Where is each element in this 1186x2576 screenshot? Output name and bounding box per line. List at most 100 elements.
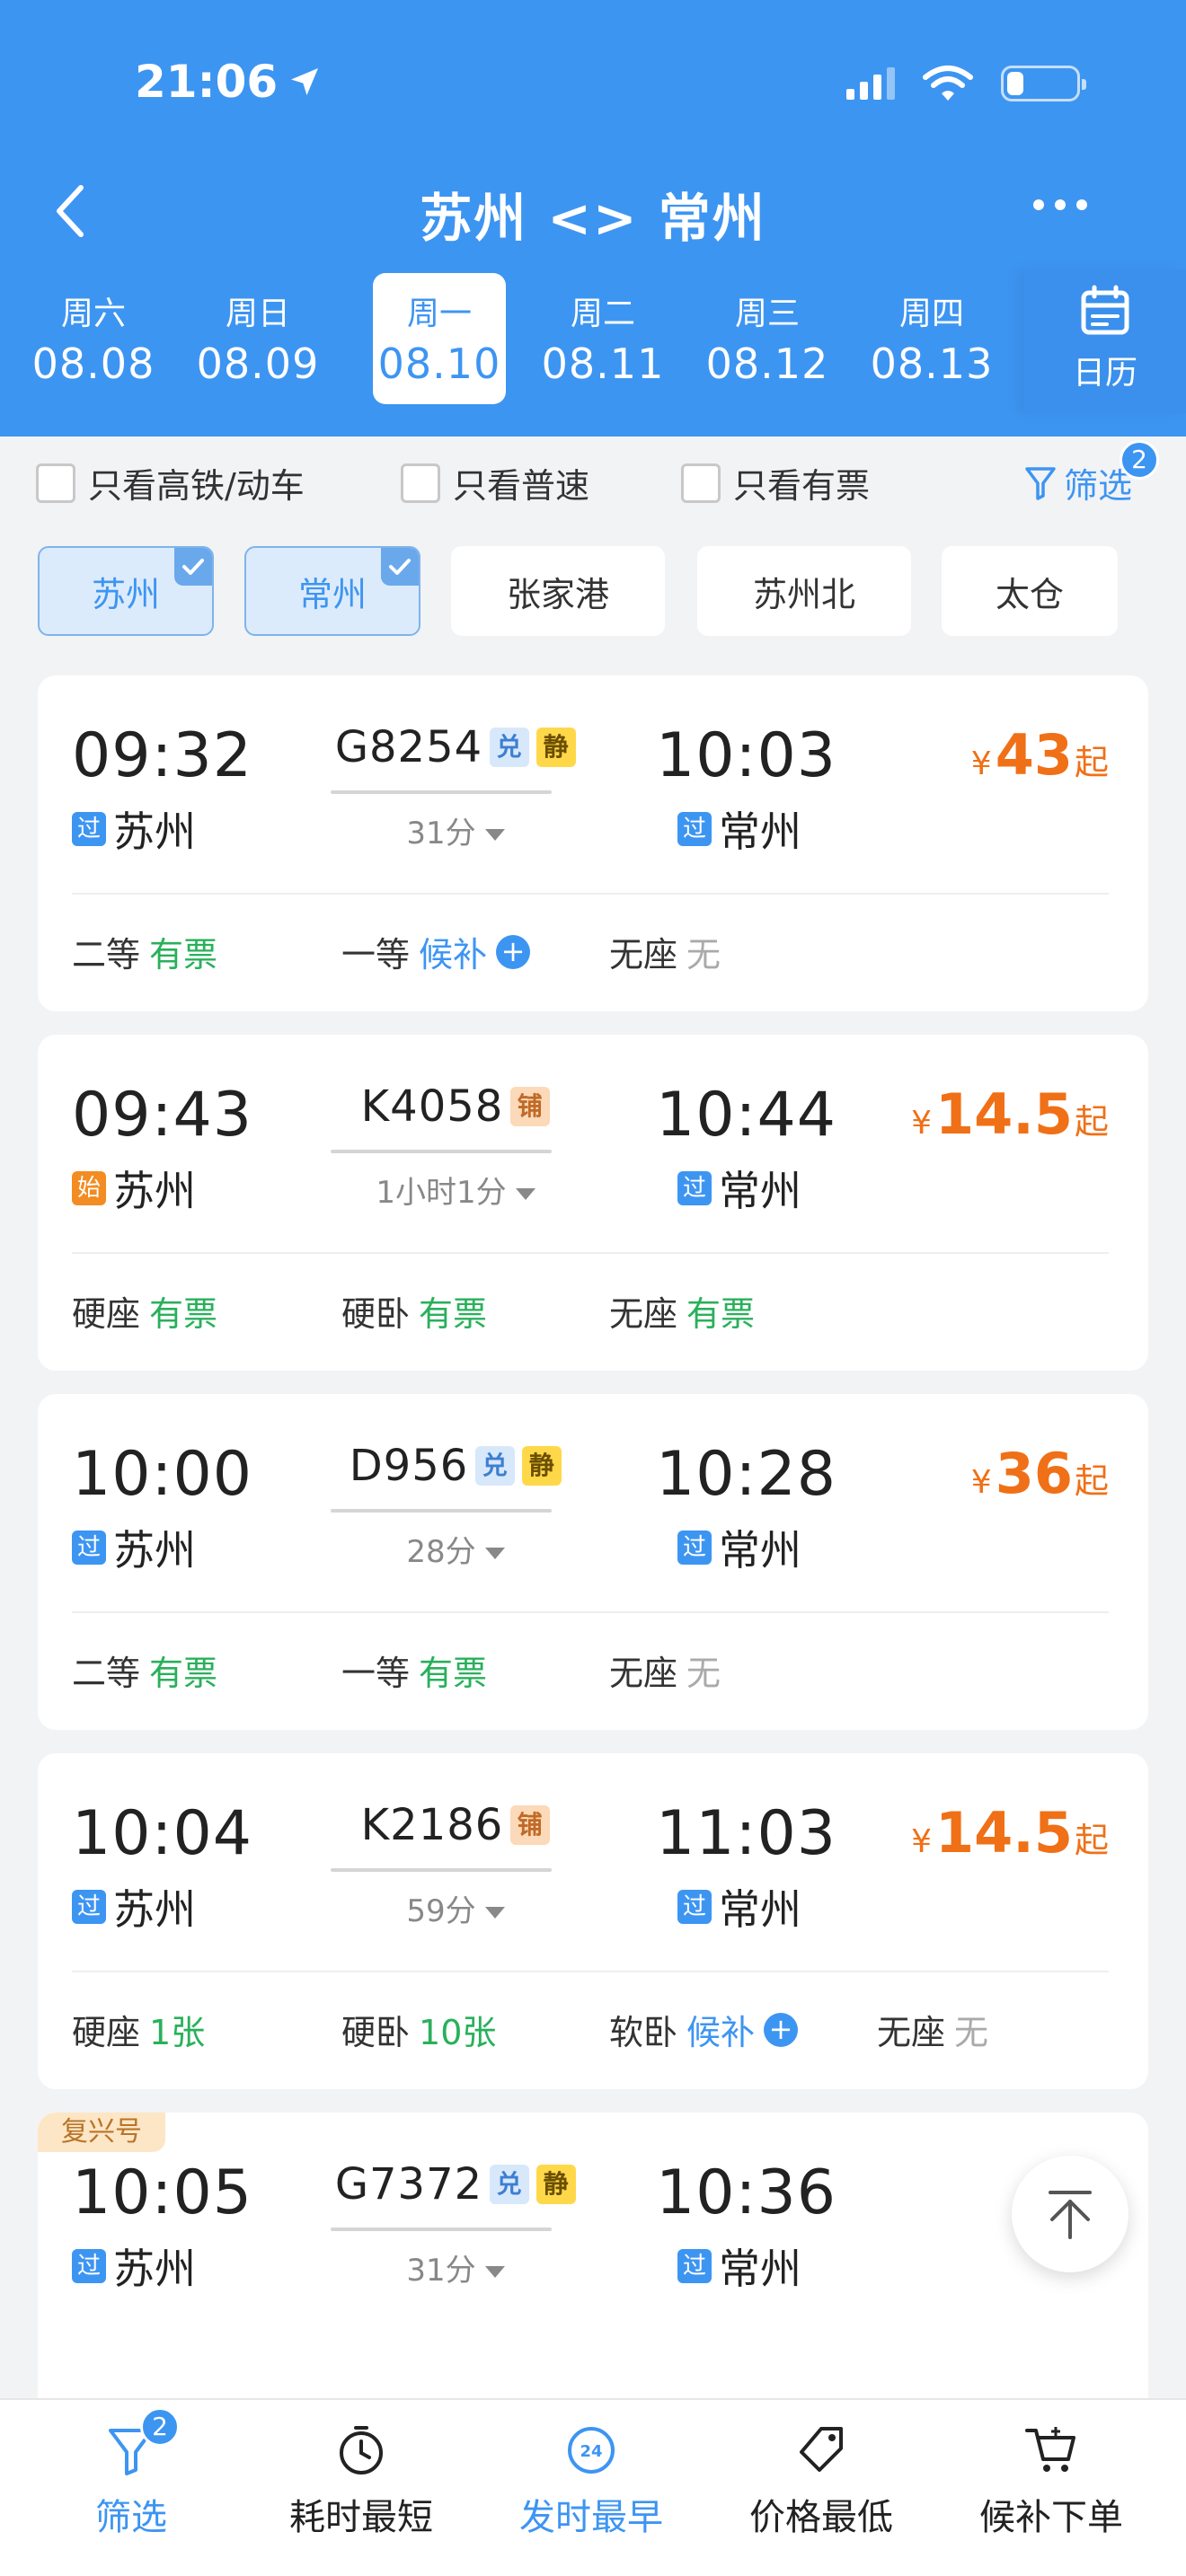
train-feature-chip: 静 [536,2165,577,2204]
arrival-time: 10:44 [656,1080,836,1151]
checkbox-icon [681,463,721,503]
train-card[interactable]: 10:04 K2186 铺 59分 11:03 过苏州 过常州 ¥14.5 起硬座 1张 硬卧 10张… [38,1753,1148,2089]
seat-availability[interactable]: 无座无 [609,1645,721,1695]
station-type-tag: 过 [677,1890,712,1924]
date-tab-0808[interactable]: 周六 08.08 [27,273,160,404]
seat-availability[interactable]: 无座无 [609,927,721,976]
status-icons [846,65,1086,102]
check-icon [381,548,419,586]
departure-time: 10:05 [72,2157,252,2228]
station-chip-zhangjiagang[interactable]: 张家港 [451,546,665,636]
header-bar: 21:06 苏州 <> 常州 周六 08.08 周日 08.09 周一 08.1… [0,0,1186,437]
wifi-icon [923,66,973,101]
seat-availability[interactable]: 一等 候补 + [341,927,531,976]
station-type-tag: 过 [677,2249,712,2283]
plus-circle-icon: + [764,2012,799,2047]
train-card[interactable]: 09:32 G8254 兑静 31分 10:03 过苏州 过常州 ¥43 起二等 有票 一等 候补 + 无… [38,675,1148,1011]
page-title: 苏州 <> 常州 [420,188,766,249]
departure-station: 过苏州 [72,1518,196,1577]
train-number: D956 兑静 [307,1441,604,1491]
cart-plus-icon [1025,2427,1075,2472]
checkbox-icon [36,463,75,503]
train-card[interactable]: 09:43 K4058 铺 1小时1分 10:44 始苏州 过常州 ¥14.5 起硬座 有票 硬卧有… [38,1035,1148,1371]
departure-time: 10:00 [72,1439,252,1510]
caret-down-icon [515,1188,535,1200]
arrival-station: 过常州 [677,799,801,859]
screen-filter-button[interactable]: 筛选 2 [1024,440,1159,507]
bottom-toolbar: 2 筛选 耗时最短 24 发时最早 价格最低 候补下单 [0,2398,1186,2576]
station-chip-suzhoubei[interactable]: 苏州北 [697,546,911,636]
more-button[interactable] [1033,199,1087,210]
seat-availability[interactable]: 一等 有票 [341,1645,487,1695]
station-type-tag: 过 [72,1531,106,1565]
stopwatch-icon [340,2426,383,2475]
signal-icon [846,67,895,100]
arrival-station: 过常州 [677,2236,801,2296]
bottom-filter-button[interactable]: 2 筛选 [14,2407,248,2540]
seat-availability[interactable]: 硬卧 10张 [341,2005,496,2054]
departure-station: 过苏州 [72,799,196,859]
train-feature-chip: 静 [536,728,577,767]
clock-24-icon: 24 [568,2427,615,2474]
filter-normal-speed-checkbox[interactable]: 只看普速 [401,458,589,507]
sort-lowest-price-button[interactable]: 价格最低 [704,2420,938,2540]
arrival-time: 11:03 [656,1798,836,1869]
arrival-station: 过常州 [677,1159,801,1218]
date-tab-0812[interactable]: 周三 08.12 [701,273,834,404]
seat-availability[interactable]: 无座 有票 [609,1286,755,1336]
arrival-time: 10:36 [656,2157,836,2228]
date-tab-0810-selected[interactable]: 周一 08.10 [373,273,506,404]
checkbox-icon [401,463,440,503]
train-feature-chip: 铺 [510,1087,551,1126]
divider [72,1252,1109,1254]
station-chips: 苏州 常州 张家港 苏州北 太仓 [38,546,1152,636]
calendar-button[interactable]: 日历 [1024,269,1186,413]
station-chip-changzhou[interactable]: 常州 [244,546,420,636]
seat-availability[interactable]: 二等 有票 [72,927,217,976]
seat-availability[interactable]: 无座无 [877,2005,988,2054]
train-number: K2186 铺 [307,1800,604,1850]
station-chip-taicang[interactable]: 太仓 [942,546,1118,636]
ticket-price: ¥14.5 起 [911,1081,1109,1147]
station-type-tag: 过 [677,812,712,846]
seat-availability[interactable]: 硬座 1张 [72,2005,205,2054]
route-line [331,2228,552,2231]
filter-high-speed-checkbox[interactable]: 只看高铁/动车 [36,458,305,507]
train-card[interactable]: 10:00 D956 兑静 28分 10:28 过苏州 过常州 ¥36 起二等 有票 一等 有票 无座无 [38,1394,1148,1730]
waitlist-order-button[interactable]: 候补下单 [934,2420,1168,2540]
funnel-icon [1025,466,1056,500]
date-tab-0813[interactable]: 周四 08.13 [865,273,998,404]
arrival-time: 10:28 [656,1439,836,1510]
seat-availability[interactable]: 二等 有票 [72,1645,217,1695]
date-tab-0809[interactable]: 周日 08.09 [191,273,324,404]
seat-availability[interactable]: 硬座 有票 [72,1286,217,1336]
duration-toggle[interactable]: 31分 [307,2245,604,2289]
station-type-tag: 始 [72,1171,106,1205]
departure-station: 始苏州 [72,1159,196,1218]
station-type-tag: 过 [72,1890,106,1924]
divider [72,1611,1109,1613]
filter-has-ticket-checkbox[interactable]: 只看有票 [681,458,870,507]
station-type-tag: 过 [72,2249,106,2283]
route-line [331,790,552,794]
seat-availability[interactable]: 硬卧 有票 [341,1286,487,1336]
date-tab-0811[interactable]: 周二 08.11 [536,273,669,404]
price-tag-icon [800,2427,843,2472]
sort-earliest-departure-button[interactable]: 24 发时最早 [474,2420,708,2540]
train-feature-chip: 铺 [510,1805,551,1845]
duration-toggle[interactable]: 59分 [307,1886,604,1930]
train-feature-chip: 兑 [490,728,530,767]
train-number: K4058 铺 [307,1081,604,1132]
seat-list: 硬座 1张 硬卧 10张 软卧 候补 + 无座无 [72,2005,1114,2059]
calendar-icon [1081,285,1129,335]
station-type-tag: 过 [677,1171,712,1205]
station-chip-suzhou[interactable]: 苏州 [38,546,214,636]
scroll-to-top-button[interactable] [1012,2156,1128,2272]
duration-toggle[interactable]: 31分 [307,808,604,852]
sort-shortest-duration-button[interactable]: 耗时最短 [244,2420,478,2540]
duration-toggle[interactable]: 1小时1分 [307,1168,604,1212]
ticket-price: ¥43 起 [970,722,1109,788]
seat-availability[interactable]: 软卧 候补 + [609,2005,799,2054]
quick-filter-row: 只看高铁/动车 只看普速 只看有票 筛选 2 [36,440,1159,512]
duration-toggle[interactable]: 28分 [307,1527,604,1571]
